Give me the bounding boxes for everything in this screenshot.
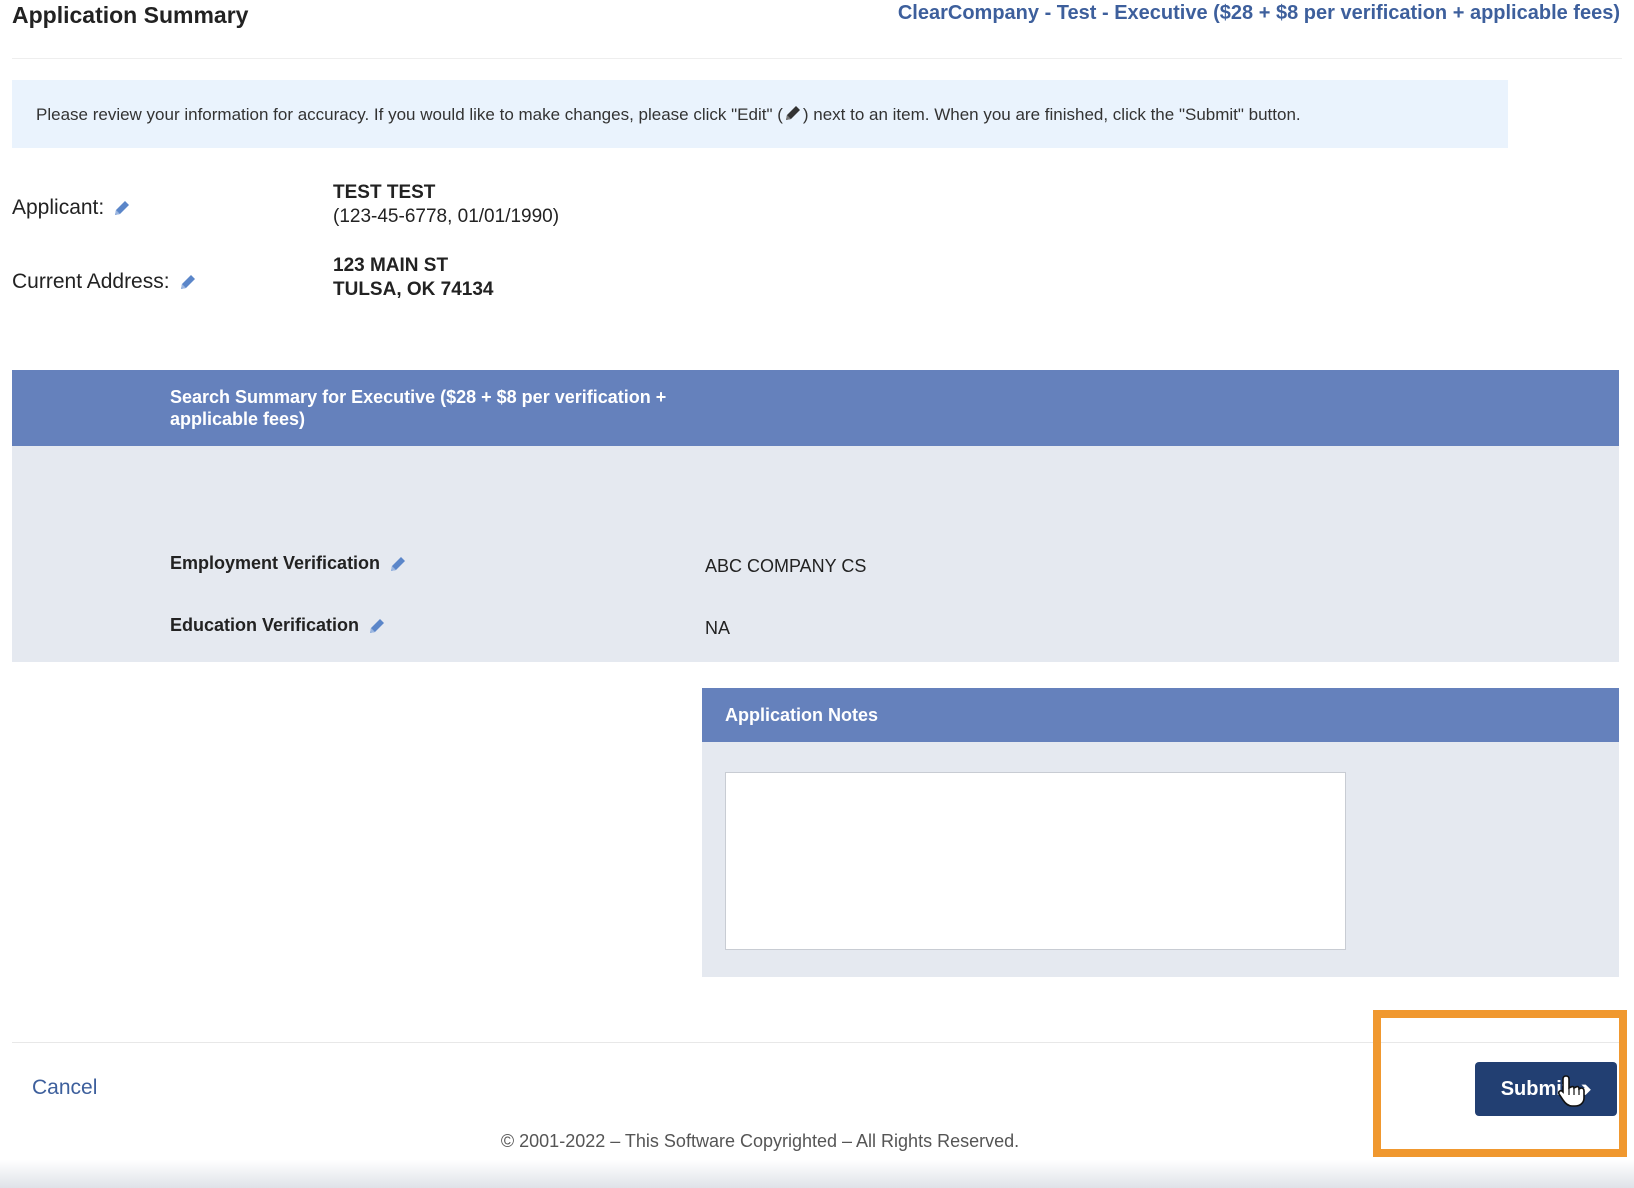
copyright-text: © 2001-2022 – This Software Copyrighted … — [500, 1131, 1020, 1151]
search-summary-header: Search Summary for Executive ($28 + $8 p… — [12, 370, 1619, 446]
education-verification-label: Education Verification — [170, 615, 360, 635]
application-notes-header: Application Notes — [702, 688, 1619, 742]
applicant-label: Applicant: — [12, 196, 105, 219]
applicant-name: TEST TEST — [333, 182, 436, 203]
edit-address-pencil-icon[interactable] — [178, 272, 198, 292]
edit-employment-pencil-icon[interactable] — [388, 554, 408, 574]
submit-button[interactable]: Submit ➔ — [1475, 1062, 1617, 1116]
applicant-value: TEST TEST (123-45-6778, 01/01/1990) — [333, 181, 559, 229]
notice-text-after: ) next to an item. When you are finished… — [802, 105, 1301, 124]
address-value: 123 MAIN ST TULSA, OK 74134 — [333, 254, 494, 302]
package-name: ClearCompany - Test - Executive ($28 + $… — [897, 2, 1620, 24]
education-verification-label-group: Education Verification — [170, 615, 387, 636]
education-verification-value: NA — [705, 618, 731, 638]
address-label: Current Address: — [12, 270, 170, 293]
applicant-details: (123-45-6778, 01/01/1990) — [333, 206, 560, 227]
edit-education-pencil-icon[interactable] — [367, 616, 387, 636]
footer-divider — [12, 1042, 1622, 1043]
search-summary-title: Search Summary for Executive ($28 + $8 p… — [170, 387, 667, 429]
cancel-link[interactable]: Cancel — [32, 1076, 97, 1100]
notice-text-before: Please review your information for accur… — [36, 105, 783, 124]
employment-verification-value: ABC COMPANY CS — [705, 556, 867, 576]
address-line1: 123 MAIN ST — [333, 255, 449, 276]
pencil-icon — [783, 103, 803, 123]
divider — [12, 58, 1622, 59]
applicant-label-group: Applicant: — [12, 196, 132, 220]
review-notice: Please review your information for accur… — [12, 80, 1508, 148]
address-label-group: Current Address: — [12, 270, 198, 294]
application-notes-textarea[interactable] — [725, 772, 1346, 950]
search-summary-panel: Search Summary for Executive ($28 + $8 p… — [12, 370, 1619, 662]
address-line2: TULSA, OK 74134 — [333, 279, 494, 300]
application-notes-panel: Application Notes — [702, 688, 1619, 977]
employment-verification-label: Employment Verification — [170, 553, 381, 573]
employment-verification-label-group: Employment Verification — [170, 553, 408, 574]
hand-pointer-icon — [1557, 1075, 1585, 1107]
edit-applicant-pencil-icon[interactable] — [112, 198, 132, 218]
page-title: Application Summary — [12, 2, 249, 28]
bottom-shadow — [0, 1160, 1634, 1188]
